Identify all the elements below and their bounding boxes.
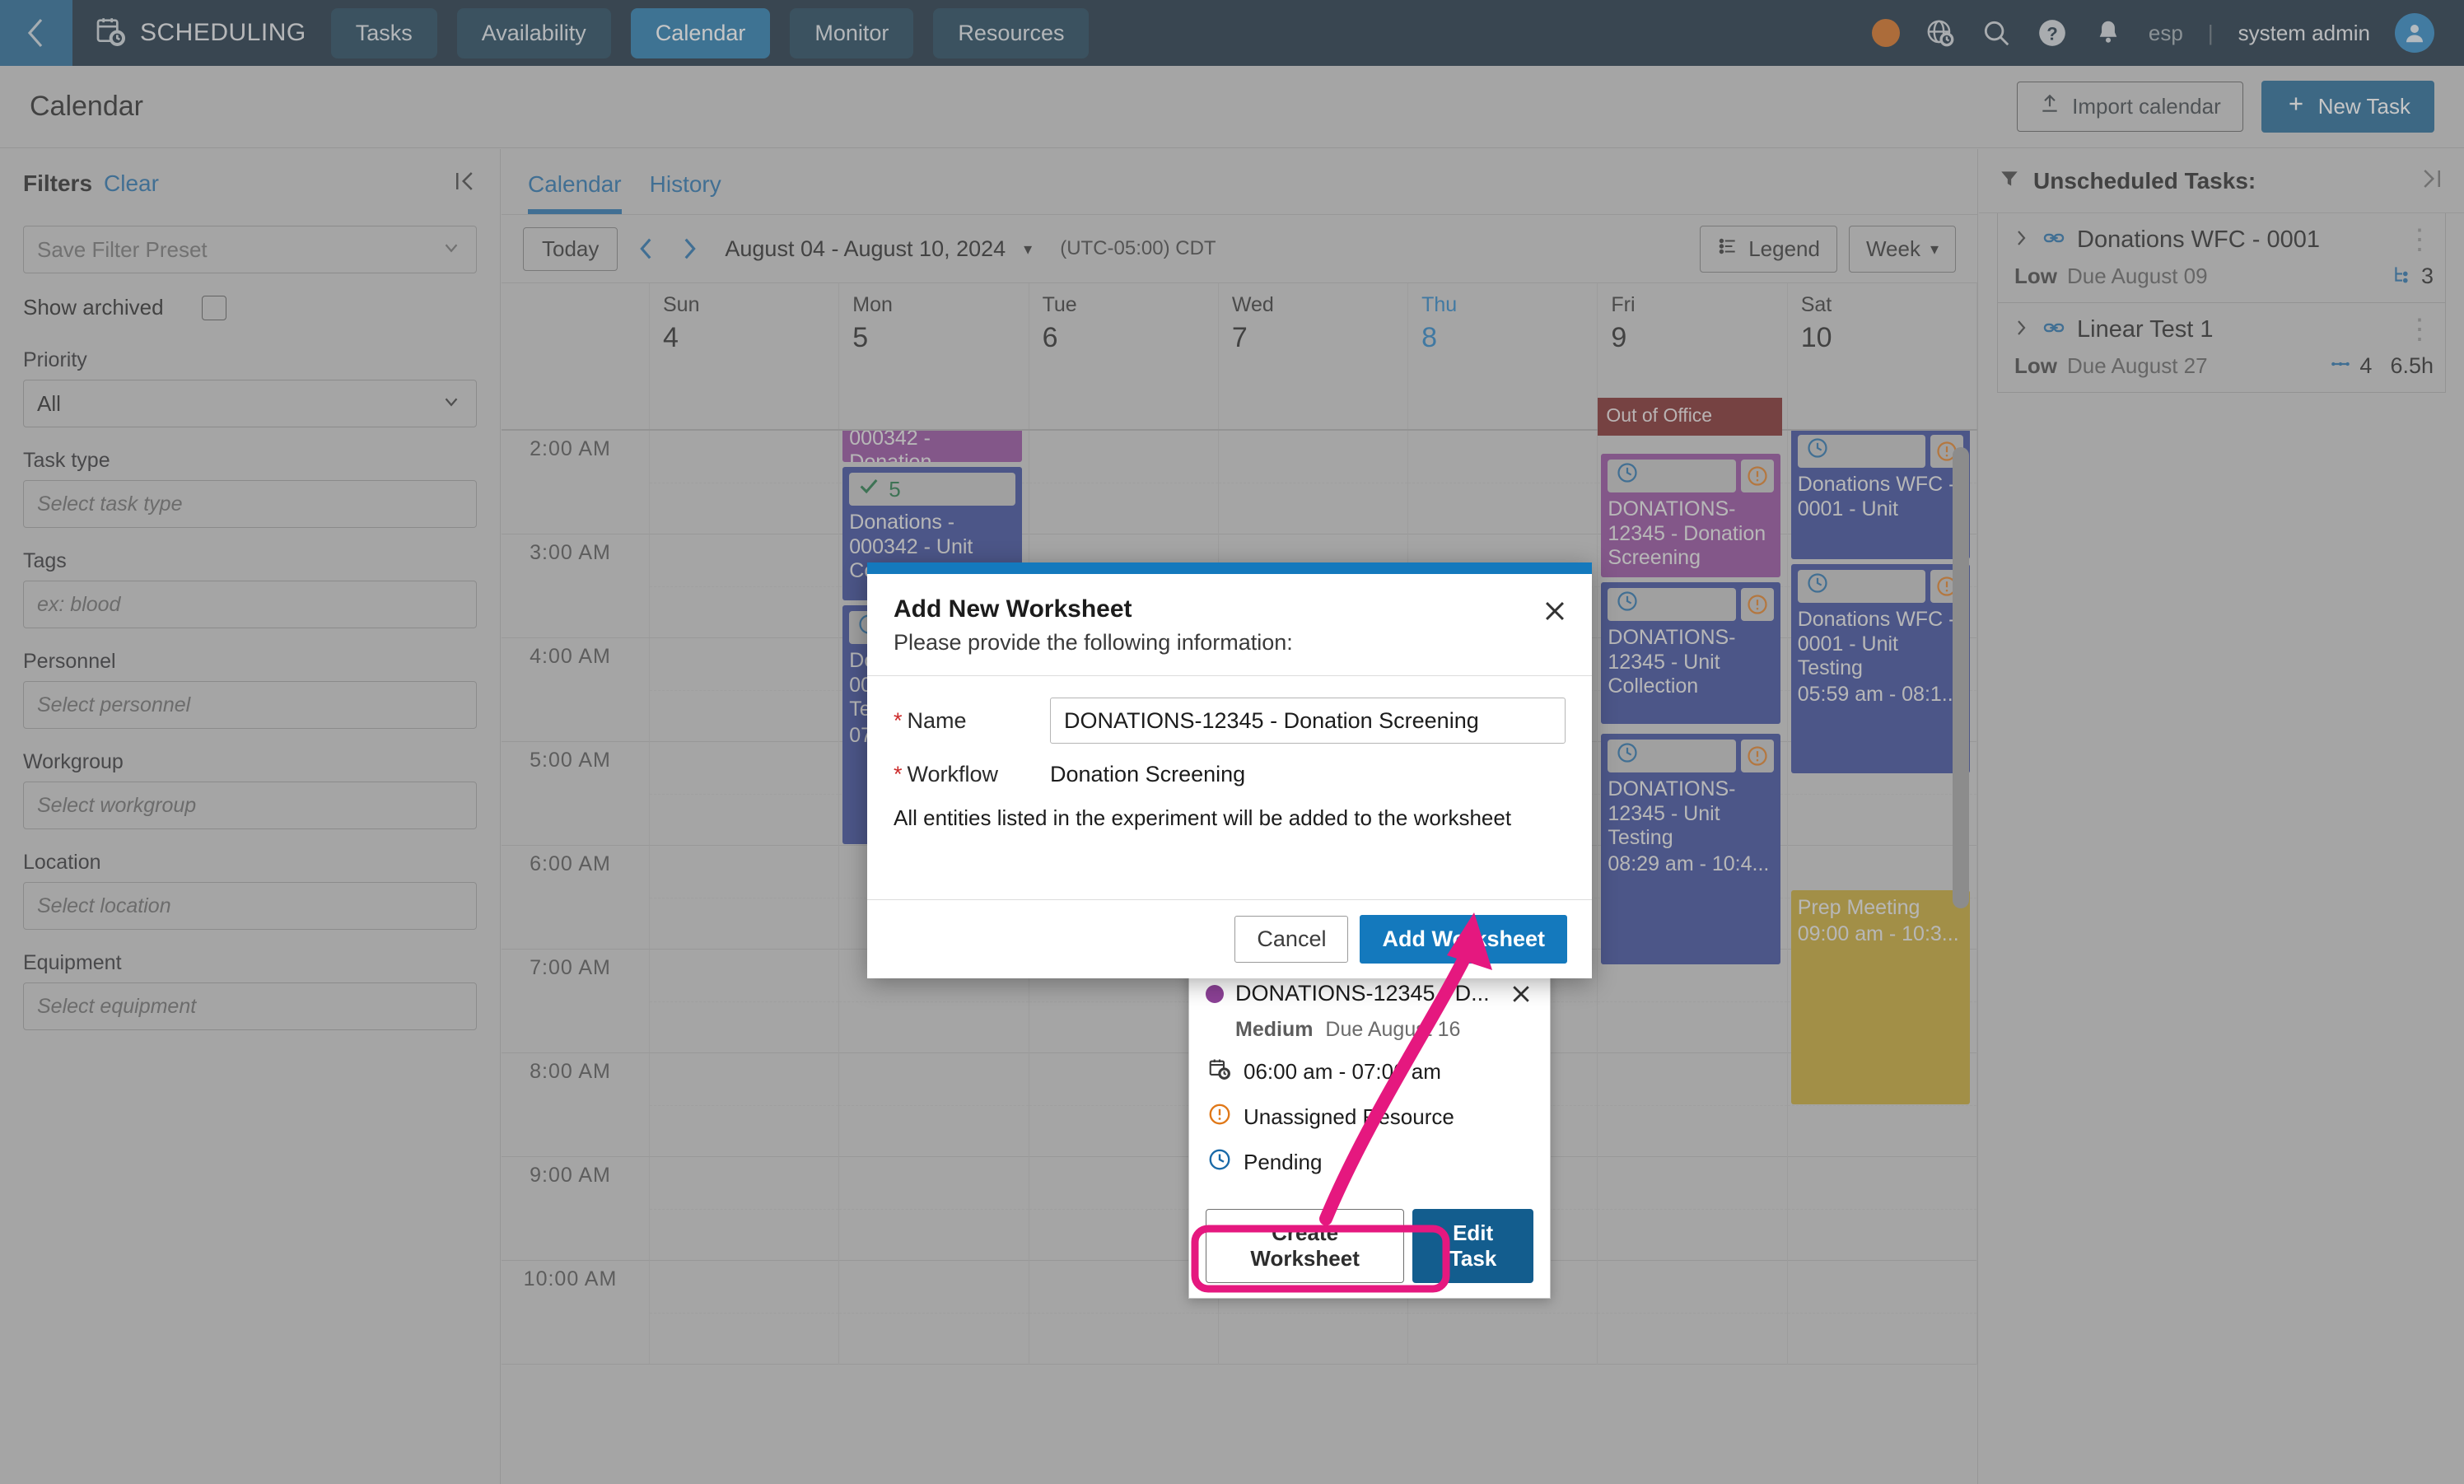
dialog-body: *Name *Workflow Donation Screening All e… xyxy=(867,676,1592,839)
task-popover-actions: Create Worksheet Edit Task xyxy=(1206,1209,1533,1283)
add-worksheet-button[interactable]: Add Worksheet xyxy=(1360,915,1567,964)
required-marker: * xyxy=(894,762,903,786)
task-popover-title: DONATIONS-12345 - D... xyxy=(1235,981,1490,1006)
task-time-value: 06:00 am - 07:00 am xyxy=(1244,1059,1441,1084)
required-marker: * xyxy=(894,707,903,733)
dialog-workflow-field: * Workflow Donation Screening xyxy=(894,762,1566,787)
clock-icon xyxy=(1207,1147,1232,1178)
task-status-value: Pending xyxy=(1244,1150,1323,1174)
task-resource-value: Unassigned Resource xyxy=(1244,1104,1454,1129)
close-icon[interactable] xyxy=(1509,982,1533,1006)
dialog-name-label-text: Name xyxy=(907,707,967,733)
dialog-footer: Cancel Add Worksheet xyxy=(867,899,1592,978)
task-due-label: Due August 16 xyxy=(1325,1018,1461,1041)
dialog-title: Add New Worksheet xyxy=(894,595,1132,623)
task-status-row: Pending xyxy=(1206,1147,1533,1178)
task-popover: DONATIONS-12345 - D... Medium Due August… xyxy=(1188,965,1551,1299)
close-icon[interactable] xyxy=(1541,597,1569,629)
dialog-note: All entities listed in the experiment wi… xyxy=(894,805,1512,830)
alert-circle-icon xyxy=(1207,1102,1232,1132)
dialog-accent-bar xyxy=(867,562,1592,574)
task-popover-subheader: Medium Due August 16 xyxy=(1206,1018,1533,1042)
cancel-button[interactable]: Cancel xyxy=(1234,916,1349,963)
worksheet-name-input[interactable] xyxy=(1050,698,1566,744)
create-worksheet-button[interactable]: Create Worksheet xyxy=(1206,1209,1405,1283)
task-color-dot-icon xyxy=(1206,984,1224,1003)
task-priority-label: Medium xyxy=(1235,1018,1314,1041)
dialog-name-label: * Name xyxy=(894,708,1050,734)
dialog-header: Add New Worksheet Please provide the fol… xyxy=(867,574,1592,676)
edit-task-button[interactable]: Edit Task xyxy=(1412,1209,1533,1283)
task-resource-row: Unassigned Resource xyxy=(1206,1102,1533,1132)
task-time-row: 06:00 am - 07:00 am xyxy=(1206,1057,1533,1087)
dialog-name-field: * Name xyxy=(894,698,1566,744)
add-worksheet-dialog: Add New Worksheet Please provide the fol… xyxy=(867,562,1592,978)
task-popover-header: DONATIONS-12345 - D... xyxy=(1206,981,1533,1006)
dialog-workflow-label: * Workflow xyxy=(894,762,1050,787)
calendar-clock-icon xyxy=(1207,1057,1232,1087)
dialog-workflow-label-text: Workflow xyxy=(907,762,999,786)
dialog-subtitle: Please provide the following information… xyxy=(894,630,1293,655)
workflow-value: Donation Screening xyxy=(1050,762,1246,786)
